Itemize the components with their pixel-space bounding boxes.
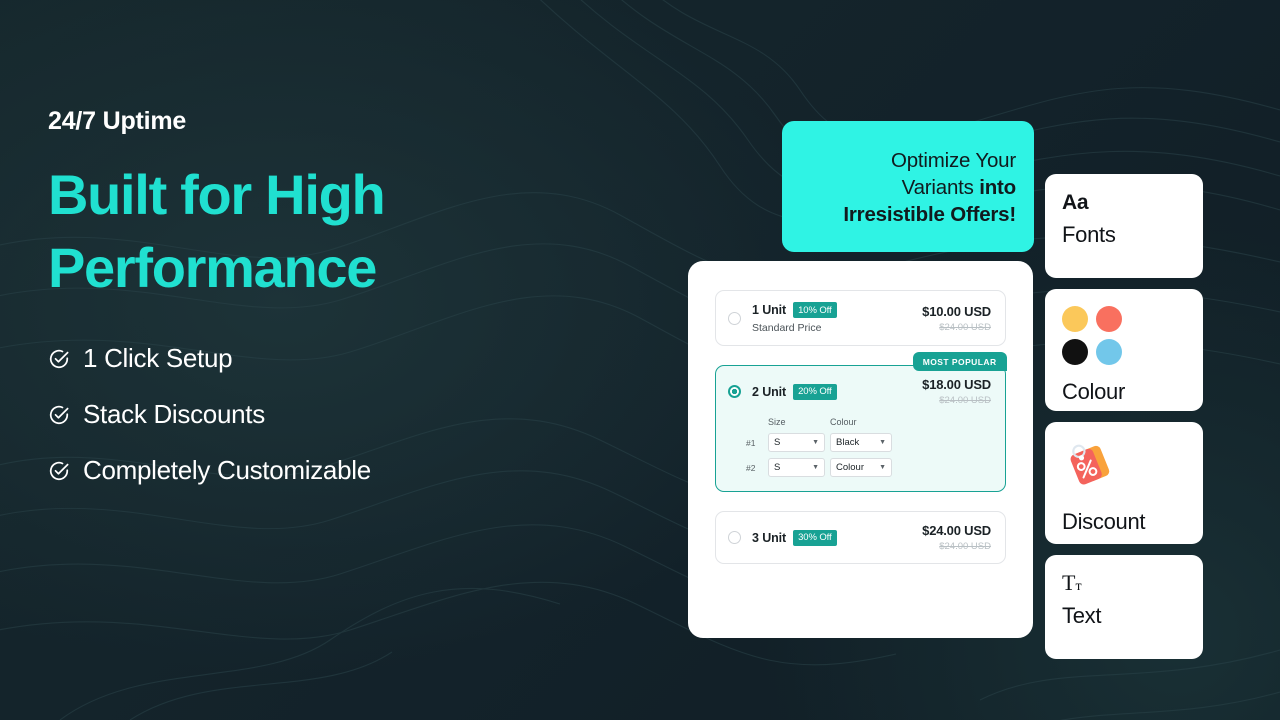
colour-swatch-red: [1096, 306, 1122, 332]
offer-unit-label: 1 Unit: [752, 303, 787, 317]
colour-swatch-black: [1062, 339, 1088, 365]
promo-line-3-bold: Irresistible Offers!: [843, 203, 1016, 227]
offer-discount-badge: 10% Off: [793, 302, 837, 318]
chevron-down-icon: ▼: [879, 439, 886, 446]
feature-label: Stack Discounts: [83, 399, 265, 430]
offer-card-3[interactable]: 3 Unit 30% Off $24.00 USD $24.00 USD: [715, 511, 1006, 564]
feature-card-list: Aa Fonts Colour Discount Tт Text: [1045, 174, 1203, 659]
offer-unit-line: 2 Unit 20% Off: [752, 383, 922, 400]
size-select-1[interactable]: S ▼: [768, 433, 825, 452]
offer-discount-badge: 30% Off: [793, 529, 837, 546]
offer-details: 1 Unit 10% Off Standard Price: [752, 302, 922, 334]
feature-card-text[interactable]: Tт Text: [1045, 555, 1203, 659]
page-title: Built for High Performance: [48, 162, 386, 300]
feature-card-title: Colour: [1062, 379, 1126, 404]
offer-radio-1[interactable]: [728, 311, 741, 325]
offer-price: $10.00 USD: [922, 303, 991, 319]
hero-section: 24/7 Uptime Built for High Performance 1…: [48, 107, 648, 486]
variant-row-2: #2 S ▼ Colour ▼: [746, 458, 991, 477]
chevron-down-icon: ▼: [879, 464, 886, 471]
colour-dots-icon: [1062, 306, 1186, 365]
variant-header-colour: Colour: [830, 417, 857, 427]
offer-compare-price: $24.00 USD: [939, 395, 991, 406]
offer-price: $24.00 USD: [922, 523, 991, 538]
offer-details: 2 Unit 20% Off: [752, 383, 922, 400]
list-item: Completely Customizable: [48, 455, 648, 486]
feature-card-colour[interactable]: Colour: [1045, 289, 1203, 411]
feature-card-title: Text: [1062, 603, 1102, 628]
offer-subtitle: Standard Price: [752, 322, 822, 334]
feature-label: 1 Click Setup: [83, 343, 233, 374]
offer-pricing: $24.00 USD $24.00 USD: [922, 523, 991, 552]
offer-main-row: 3 Unit 30% Off $24.00 USD $24.00 USD: [716, 512, 1005, 563]
most-popular-ribbon: MOST POPULAR: [912, 352, 1007, 371]
font-glyph-icon: Aa: [1062, 191, 1089, 214]
variant-index-label: #1: [746, 437, 756, 448]
offer-unit-line: 3 Unit 30% Off: [752, 529, 922, 546]
offer-compare-price: $24.00 USD: [939, 541, 991, 552]
colour-select-1[interactable]: Black ▼: [830, 433, 892, 452]
check-circle-icon: [49, 349, 69, 368]
feature-list: 1 Click Setup Stack Discounts Completely…: [48, 343, 648, 486]
promo-line-2-bold: into: [979, 175, 1016, 199]
offer-unit-label: 3 Unit: [752, 530, 787, 545]
promo-line-2-plain: Variants: [901, 175, 980, 199]
promo-line-1: Optimize Your: [890, 148, 1016, 172]
check-circle-icon: [49, 405, 69, 424]
hero-eyebrow: 24/7 Uptime: [48, 107, 187, 135]
offer-unit-line: 1 Unit 10% Off: [752, 302, 922, 318]
offer-pricing: $10.00 USD $24.00 USD: [922, 304, 991, 333]
size-select-value: S: [774, 437, 781, 448]
offer-price: $18.00 USD: [922, 377, 991, 392]
colour-swatch-blue: [1096, 339, 1122, 365]
offer-card-2[interactable]: MOST POPULAR 2 Unit 20% Off $18.00 USD $…: [715, 352, 1007, 492]
chevron-down-icon: ▼: [812, 464, 819, 471]
feature-card-fonts[interactable]: Aa Fonts: [1045, 174, 1203, 278]
offer-main-row: 1 Unit 10% Off Standard Price $10.00 USD…: [716, 291, 1005, 345]
offer-discount-badge: 20% Off: [793, 383, 837, 400]
size-select-2[interactable]: S ▼: [768, 458, 825, 477]
promo-text: Optimize Your Variants into Irresistible…: [798, 147, 1016, 229]
list-item: Stack Discounts: [48, 399, 648, 430]
colour-select-value: Black: [836, 437, 860, 448]
offer-details: 3 Unit 30% Off: [752, 529, 922, 546]
variant-selector-group: Size Colour #1 S ▼ Black ▼ #2 S ▼ Colour…: [716, 417, 1005, 489]
offer-main-row: 2 Unit 20% Off $18.00 USD $24.00 USD: [716, 366, 1005, 417]
variant-row-1: #1 S ▼ Black ▼: [746, 433, 991, 452]
offer-unit-label: 2 Unit: [752, 384, 787, 399]
variant-header-size: Size: [768, 417, 786, 427]
colour-swatch-yellow: [1062, 306, 1088, 332]
promo-banner: Optimize Your Variants into Irresistible…: [782, 121, 1034, 252]
offer-compare-price: $24.00 USD: [939, 321, 991, 333]
variant-column-headers: Size Colour: [746, 417, 991, 427]
colour-select-value: Colour: [836, 462, 864, 473]
offer-radio-3[interactable]: [728, 531, 741, 544]
colour-select-2[interactable]: Colour ▼: [830, 458, 892, 477]
chevron-down-icon: ▼: [812, 439, 819, 446]
feature-label: Completely Customizable: [83, 455, 371, 486]
offer-card-1[interactable]: 1 Unit 10% Off Standard Price $10.00 USD…: [715, 290, 1006, 346]
list-item: 1 Click Setup: [48, 343, 648, 374]
feature-card-discount[interactable]: Discount: [1045, 422, 1203, 544]
check-circle-icon: [49, 461, 69, 480]
offer-radio-2[interactable]: [728, 385, 741, 398]
variant-index-label: #2: [746, 462, 756, 473]
feature-card-title: Discount: [1062, 509, 1146, 534]
size-select-value: S: [774, 462, 781, 473]
feature-card-title: Fonts: [1062, 222, 1116, 247]
offers-panel: 1 Unit 10% Off Standard Price $10.00 USD…: [688, 261, 1033, 638]
offer-pricing: $18.00 USD $24.00 USD: [922, 377, 991, 406]
discount-tag-icon: [1070, 444, 1110, 485]
text-glyph-icon: Tт: [1062, 570, 1082, 595]
